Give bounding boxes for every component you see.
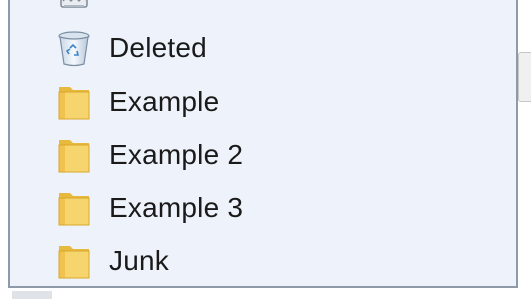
folder-item-junk[interactable]: Junk xyxy=(10,235,516,286)
folder-item-label: Deleted xyxy=(109,32,207,63)
folder-icon xyxy=(56,83,92,121)
folder-item-label: Example xyxy=(109,86,220,117)
side-panel-edge[interactable] xyxy=(518,52,531,102)
folder-pane: Deleted Example Example 2 Example 3 Junk xyxy=(8,0,518,288)
folder-icon xyxy=(56,189,92,227)
folder-item-example-2[interactable]: Example 2 xyxy=(10,129,516,181)
folder-icon xyxy=(56,136,92,174)
folder-item-example-3[interactable]: Example 3 xyxy=(10,182,516,234)
folder-item-label: Junk xyxy=(109,245,169,276)
mail-tray-icon xyxy=(56,0,92,9)
folder-item-label: Example 3 xyxy=(109,192,244,223)
folder-item-example[interactable]: Example xyxy=(10,76,516,128)
folder-list: Deleted Example Example 2 Example 3 Junk xyxy=(10,0,516,286)
folder-icon xyxy=(56,242,92,280)
folder-item-cut-off[interactable] xyxy=(10,0,516,16)
recycle-bin-icon xyxy=(56,29,92,67)
folder-item-label: Example 2 xyxy=(109,139,244,170)
window-fragment: Deleted Example Example 2 Example 3 Junk xyxy=(0,0,531,299)
folder-item-deleted[interactable]: Deleted xyxy=(10,22,516,74)
bottom-edge-tab xyxy=(12,291,52,299)
